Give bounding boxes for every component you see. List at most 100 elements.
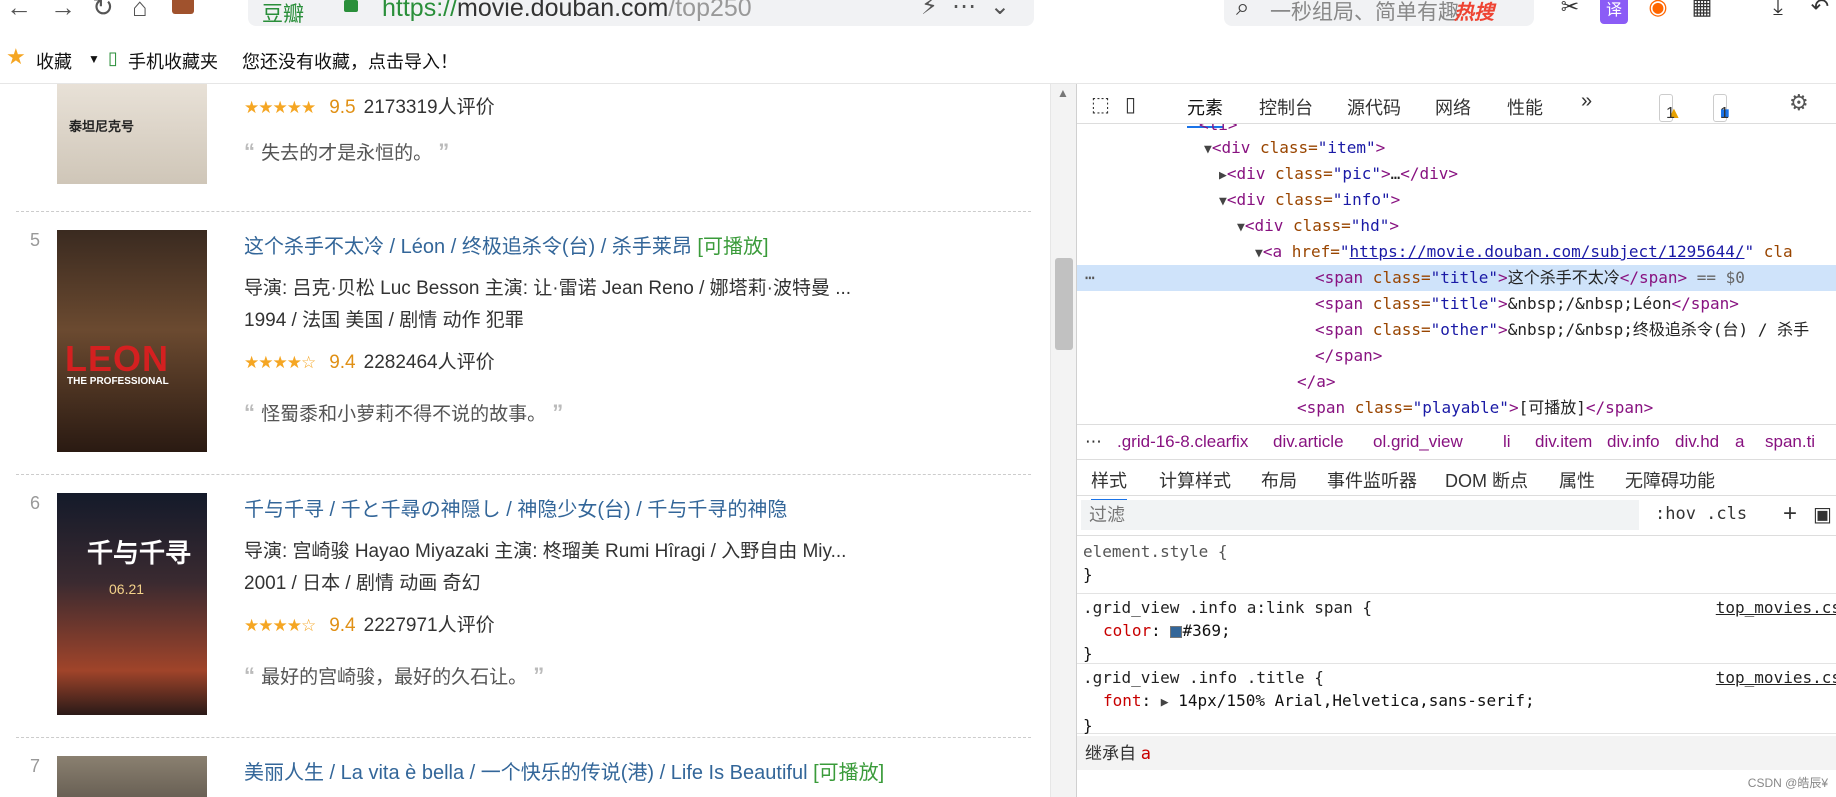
breadcrumb-more-icon[interactable]: ⋯: [1085, 432, 1102, 452]
douban-top250-page: 泰坦尼克号 ★★★★★ 9.5 2173319人评价 “ 失去的才是永恒的。 ” 5…: [0, 84, 1060, 797]
dom-node-pic[interactable]: ▶<div class="pic">…</div>: [1219, 161, 1836, 187]
gear-icon[interactable]: ⚙: [1789, 90, 1809, 116]
rule-element-style[interactable]: element.style { }: [1077, 540, 1836, 594]
dom-close-span: </span>: [1315, 346, 1383, 365]
dom-node-selected-span[interactable]: ⋯ <span class="title">这个杀手不太冷</span> == $…: [1077, 265, 1836, 291]
address-actions[interactable]: ⚡⋯⌄: [921, 0, 1024, 21]
dom-node-a[interactable]: ▼<a href="https://movie.douban.com/subje…: [1255, 239, 1836, 265]
href-link[interactable]: https://movie.douban.com/subject/1295644…: [1350, 242, 1745, 261]
message-badge[interactable]: ■ 1: [1713, 94, 1730, 122]
title-other[interactable]: / 神隐少女(台) / 千与千寻的神隐: [506, 499, 787, 521]
quote-text: 失去的才是永恒的。: [261, 143, 433, 164]
filter-input[interactable]: [1081, 500, 1639, 530]
breadcrumb-item[interactable]: li: [1503, 432, 1511, 452]
tab-accessibility[interactable]: 无障碍功能: [1625, 467, 1715, 493]
extension-icon[interactable]: [172, 0, 194, 14]
browser-search-box[interactable]: ⌕ 一秒组局、简单有趣 热搜: [1224, 0, 1534, 26]
source-link[interactable]: top_movies.cs: [1716, 596, 1836, 619]
dom-node-info[interactable]: ▼<div class="info">: [1219, 187, 1836, 213]
title-original[interactable]: / La vita è bella: [324, 762, 470, 784]
more-tabs-icon[interactable]: »: [1581, 90, 1592, 113]
poster-spirited-away[interactable]: 千与千寻 06.21: [57, 493, 207, 715]
color-swatch[interactable]: [1170, 625, 1183, 638]
tab-properties[interactable]: 属性: [1559, 467, 1595, 493]
collapse-triangle-icon: ▶: [1219, 168, 1227, 183]
dom-node-span-other[interactable]: <span class="other">&nbsp;/&nbsp;终极追杀令(台…: [1315, 317, 1836, 343]
list-item: 5 LEON THE PROFESSIONAL 这个杀手不太冷 / Léon /…: [16, 230, 1031, 460]
poster-life-is-beautiful[interactable]: [57, 756, 207, 797]
title[interactable]: 美丽人生: [244, 762, 324, 784]
game-icon[interactable]: ◉: [1644, 0, 1672, 22]
breadcrumb: ⋯ .grid-16-8.clearfix div.article ol.gri…: [1077, 424, 1836, 460]
scroll-up-icon[interactable]: ▲: [1057, 86, 1069, 100]
poster-titanic[interactable]: 泰坦尼克号: [57, 84, 207, 184]
bookmarks-hint[interactable]: 您还没有收藏，点击导入！: [242, 48, 458, 74]
apps-icon[interactable]: ▦: [1688, 0, 1716, 22]
add-rule-icon[interactable]: +: [1783, 500, 1797, 528]
breadcrumb-item[interactable]: div.item: [1535, 432, 1592, 452]
filter-options[interactable]: :hov .cls: [1655, 504, 1747, 524]
title-other[interactable]: / 终极追杀令(台) / 杀手莱昂: [451, 236, 692, 258]
breadcrumb-item[interactable]: .grid-16-8.clearfix: [1117, 432, 1248, 452]
breadcrumb-item[interactable]: div.info: [1607, 432, 1660, 452]
dom-node-span-title2[interactable]: <span class="title">&nbsp;/&nbsp;Léon</s…: [1315, 291, 1836, 317]
warning-badge[interactable]: ▲ 1: [1659, 94, 1682, 122]
browser-toolbar: ← → ↻ ⌂ 豆瓣 https://movie.douban.com/top2…: [0, 0, 1836, 34]
page-scrollbar[interactable]: ▲: [1050, 84, 1076, 797]
forward-icon[interactable]: →: [50, 0, 76, 23]
breadcrumb-item[interactable]: div.article: [1273, 432, 1344, 452]
favorites-button[interactable]: 收藏: [36, 48, 72, 74]
reload-icon[interactable]: ↻: [92, 0, 114, 23]
title[interactable]: 千与千寻: [244, 499, 324, 521]
item-rating: ★★★★☆ 9.4 2227971人评价: [244, 610, 1044, 642]
translate-icon[interactable]: 译: [1600, 0, 1628, 24]
tab-dom-breakpoints[interactable]: DOM 断点: [1445, 467, 1528, 493]
scissors-icon[interactable]: ✂: [1556, 0, 1584, 22]
dom-tree: <li> ▼<div class="item"> ▶<div class="pi…: [1077, 124, 1836, 424]
inspect-icon[interactable]: ⬚: [1091, 92, 1110, 117]
breadcrumb-item[interactable]: a: [1735, 432, 1744, 452]
item-title-line[interactable]: 这个杀手不太冷 / Léon / 终极追杀令(台) / 杀手莱昂 [可播放]: [244, 230, 1044, 259]
item-info: 美丽人生 / La vita è bella / 一个快乐的传说(港) / Li…: [244, 756, 1044, 785]
playable-link[interactable]: [可播放]: [697, 236, 768, 258]
tab-sources[interactable]: 源代码: [1347, 94, 1401, 120]
item-title-line[interactable]: 千与千寻 / 千と千尋の神隠し / 神隐少女(台) / 千与千寻的神隐: [244, 493, 1044, 522]
undo-icon[interactable]: ↶: [1806, 0, 1834, 22]
dom-node-hd[interactable]: ▼<div class="hd">: [1237, 213, 1836, 239]
breadcrumb-item[interactable]: div.hd: [1675, 432, 1719, 452]
phone-icon: ▯: [108, 48, 118, 68]
scroll-thumb[interactable]: [1055, 258, 1073, 350]
playable-link[interactable]: [可播放]: [813, 762, 884, 784]
device-toggle-icon[interactable]: ▯: [1125, 92, 1136, 117]
dom-node-playable[interactable]: <span class="playable">[可播放]</span>: [1297, 395, 1836, 421]
tab-layout[interactable]: 布局: [1261, 467, 1297, 493]
breadcrumb-item[interactable]: ol.grid_view: [1373, 432, 1463, 452]
mobile-bookmarks-button[interactable]: 手机收藏夹: [128, 48, 218, 74]
tab-performance[interactable]: 性能: [1507, 94, 1543, 120]
chevron-down-icon[interactable]: ▼: [88, 52, 100, 66]
rating-score: 9.5: [329, 97, 356, 118]
title-original[interactable]: / 千と千尋の神隠し: [324, 499, 506, 521]
address-bar[interactable]: 豆瓣 https://movie.douban.com/top250 ⚡⋯⌄: [248, 0, 1034, 26]
tab-event-listeners[interactable]: 事件监听器: [1327, 467, 1417, 493]
title-original[interactable]: / Léon: [384, 236, 451, 258]
rule-title-font[interactable]: .grid_view .info .title { top_movies.cs …: [1077, 666, 1836, 735]
paint-icon[interactable]: ▣: [1813, 502, 1832, 527]
tab-elements[interactable]: 元素: [1187, 94, 1223, 128]
rule-link-span[interactable]: .grid_view .info a:link span { top_movie…: [1077, 596, 1836, 664]
bookmarks-bar: ★ 收藏 ▼ ▯ 手机收藏夹 您还没有收藏，点击导入！: [0, 34, 1836, 84]
poster-leon[interactable]: LEON THE PROFESSIONAL: [57, 230, 207, 452]
tab-computed[interactable]: 计算样式: [1159, 467, 1231, 493]
breadcrumb-item[interactable]: span.ti: [1765, 432, 1815, 452]
tab-console[interactable]: 控制台: [1259, 94, 1313, 120]
source-link[interactable]: top_movies.cs: [1716, 666, 1836, 689]
tab-network[interactable]: 网络: [1435, 94, 1471, 120]
download-icon[interactable]: ⤓: [1764, 0, 1792, 22]
home-icon[interactable]: ⌂: [132, 0, 148, 23]
url-text[interactable]: https://movie.douban.com/top250: [382, 0, 752, 23]
item-title-line[interactable]: 美丽人生 / La vita è bella / 一个快乐的传说(港) / Li…: [244, 756, 1044, 785]
back-icon[interactable]: ←: [6, 0, 32, 23]
dom-node-item[interactable]: ▼<div class="item">: [1204, 135, 1836, 161]
title-other[interactable]: / 一个快乐的传说(港) / Life Is Beautiful: [470, 762, 808, 784]
title[interactable]: 这个杀手不太冷: [244, 236, 384, 258]
